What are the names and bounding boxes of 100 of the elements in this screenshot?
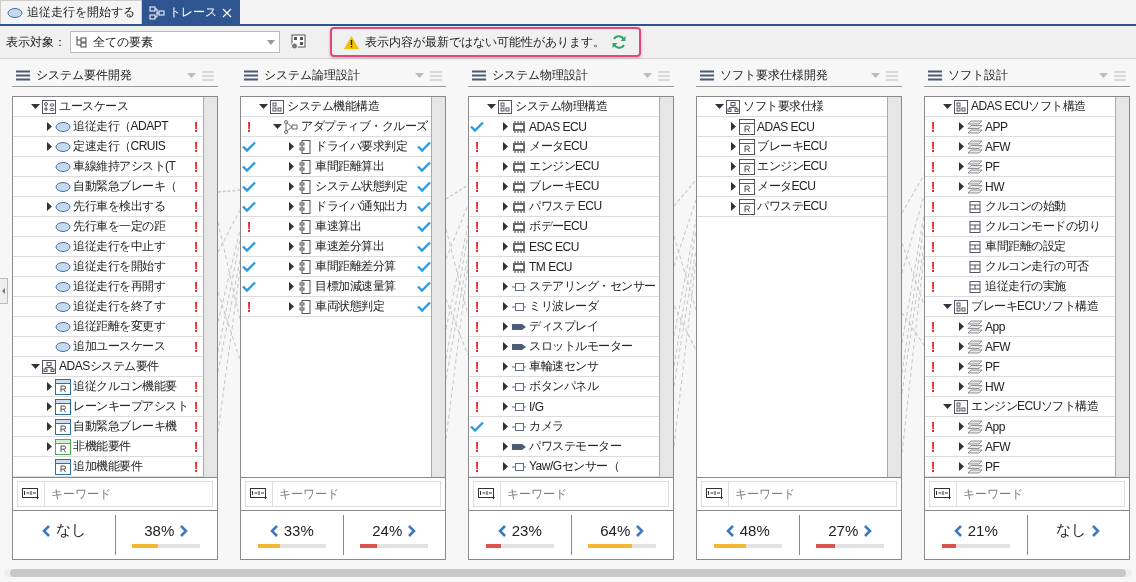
tree-item-label[interactable]: ドライバ通知出力 (315, 198, 417, 215)
tree-item-label[interactable]: PF (985, 159, 1115, 174)
tree-item-label[interactable]: ADASシステム要件 (59, 358, 203, 375)
tree-item-label[interactable]: APP (985, 119, 1115, 134)
tree-item-label[interactable]: 車速算出 (315, 218, 417, 235)
tree-item-label[interactable]: 追従走行を再開す (73, 278, 189, 295)
collapse-arrow-icon[interactable] (958, 122, 964, 131)
tree-item-label[interactable]: 車両状態判定 (315, 298, 417, 315)
tree-item-label[interactable]: HW (985, 179, 1115, 194)
tree-item-label[interactable]: 車速差分算出 (315, 238, 417, 255)
refresh-icon[interactable] (611, 34, 627, 50)
tree-item-label[interactable]: システム状態判定 (315, 178, 417, 195)
collapse-arrow-icon[interactable] (502, 182, 508, 191)
tree-item-label[interactable]: パワステモーター (529, 438, 659, 455)
collapse-arrow-icon[interactable] (502, 402, 508, 411)
keyword-field[interactable]: キーワード (273, 487, 440, 501)
tree-item-label[interactable]: AFW (985, 439, 1115, 454)
tree-item-label[interactable]: ミリ波レーダ (529, 298, 659, 315)
tree-item-label[interactable]: ボデーECU (529, 218, 659, 235)
tree-item-label[interactable]: ブレーキECUソフト構造 (971, 298, 1115, 315)
collapse-arrow-icon[interactable] (46, 442, 52, 451)
collapse-arrow-icon[interactable] (46, 202, 52, 211)
collapse-arrow-icon[interactable] (46, 382, 52, 391)
scrollbar[interactable] (887, 97, 901, 477)
keyword-search-box[interactable]: キーワード (473, 481, 669, 507)
tree-item-label[interactable]: 追従クルコン機能要 (73, 378, 189, 395)
tree-item-label[interactable]: ステアリング・センサー (529, 278, 659, 295)
tree-item-label[interactable]: App (985, 419, 1115, 434)
tree-item-label[interactable]: クルコンモードの切り (985, 218, 1115, 235)
tree-item-label[interactable]: ブレーキECU (529, 178, 659, 195)
collapse-arrow-icon[interactable] (288, 302, 294, 311)
collapse-arrow-icon[interactable] (502, 462, 508, 471)
target-dropdown[interactable]: 全ての要素 (70, 31, 280, 53)
tree-item-label[interactable]: エンジンECU (529, 158, 659, 175)
scrollbar[interactable] (659, 97, 673, 477)
collapse-arrow-icon[interactable] (502, 242, 508, 251)
tree-item-label[interactable]: 定速走行（CRUIS (73, 138, 189, 155)
tree-item-label[interactable]: エンジンECUソフト構造 (971, 398, 1115, 415)
tree-item-label[interactable]: 車輪速センサ (529, 358, 659, 375)
keyword-field[interactable]: キーワード (45, 487, 212, 501)
tree-item-label[interactable]: アダプティブ・クルーズ (301, 118, 431, 135)
keyword-field[interactable]: キーワード (729, 487, 896, 501)
tree-item-label[interactable]: パワステECU (757, 198, 887, 215)
collapse-arrow-icon[interactable] (288, 282, 294, 291)
collapse-arrow-icon[interactable] (730, 122, 736, 131)
tree-item-label[interactable]: メータECU (529, 138, 659, 155)
tree-item-label[interactable]: エンジンECU (757, 158, 887, 175)
tree-item-label[interactable]: クルコンの始動 (985, 198, 1115, 215)
tree-item-label[interactable]: ADAS ECU (757, 119, 887, 134)
expand-arrow-icon[interactable] (942, 404, 952, 409)
collapse-arrow-icon[interactable] (958, 362, 964, 371)
tab[interactable]: 追従走行を開始する (0, 0, 142, 24)
keyword-search-box[interactable]: キーワード (17, 481, 213, 507)
collapse-arrow-icon[interactable] (730, 162, 736, 171)
keyword-field[interactable]: キーワード (501, 487, 668, 501)
tree-item-label[interactable]: 追従走行を終了す (73, 298, 189, 315)
collapse-arrow-icon[interactable] (958, 142, 964, 151)
collapse-arrow-icon[interactable] (958, 322, 964, 331)
tree-item-label[interactable]: AFW (985, 339, 1115, 354)
tree-item-label[interactable]: ソフト要求仕様 (743, 98, 887, 115)
collapse-arrow-icon[interactable] (502, 422, 508, 431)
collapse-arrow-icon[interactable] (502, 442, 508, 451)
collapse-arrow-icon[interactable] (958, 182, 964, 191)
tree-item-label[interactable]: クルコン走行の可否 (985, 258, 1115, 275)
collapse-arrow-icon[interactable] (46, 122, 52, 131)
collapse-arrow-icon[interactable] (288, 262, 294, 271)
tree-item-label[interactable]: Yaw/Gセンサー（ (529, 458, 659, 475)
chevron-left-icon[interactable] (497, 524, 506, 537)
tree-item-label[interactable]: 追従距離を変更す (73, 318, 189, 335)
keyword-field[interactable]: キーワード (957, 487, 1124, 501)
collapse-arrow-icon[interactable] (502, 342, 508, 351)
keyword-search-box[interactable]: キーワード (245, 481, 441, 507)
collapse-arrow-icon[interactable] (288, 222, 294, 231)
close-icon[interactable] (221, 6, 233, 19)
tree-item-label[interactable]: TM ECU (529, 259, 659, 274)
tree-item-label[interactable]: PF (985, 459, 1115, 474)
chevron-left-icon[interactable] (953, 524, 962, 537)
expand-arrow-icon[interactable] (30, 364, 40, 369)
collapse-arrow-icon[interactable] (288, 242, 294, 251)
tree-item-label[interactable]: 目標加減速量算 (315, 278, 417, 295)
collapse-arrow-icon[interactable] (502, 262, 508, 271)
tree-item-label[interactable]: ESC ECU (529, 239, 659, 254)
tree-item-label[interactable]: 車間距離算出 (315, 158, 417, 175)
tree-item-label[interactable]: HW (985, 379, 1115, 394)
tree-item-label[interactable]: I/G (529, 399, 659, 414)
tree-item-label[interactable]: 先行車を検出する (73, 198, 189, 215)
collapse-arrow-icon[interactable] (502, 162, 508, 171)
collapse-arrow-icon[interactable] (288, 182, 294, 191)
tree-item-label[interactable]: 車間距離差分算 (315, 258, 417, 275)
chevron-left-icon[interactable] (269, 524, 278, 537)
expand-arrow-icon[interactable] (272, 124, 282, 129)
collapse-arrow-icon[interactable] (958, 442, 964, 451)
collapse-arrow-icon[interactable] (46, 402, 52, 411)
settings-icon[interactable] (290, 34, 306, 50)
tree-item-label[interactable]: システム物理構造 (515, 98, 659, 115)
collapse-arrow-icon[interactable] (502, 222, 508, 231)
keyword-search-box[interactable]: キーワード (701, 481, 897, 507)
tree-item-label[interactable]: PF (985, 359, 1115, 374)
collapse-arrow-icon[interactable] (502, 282, 508, 291)
expand-arrow-icon[interactable] (942, 304, 952, 309)
